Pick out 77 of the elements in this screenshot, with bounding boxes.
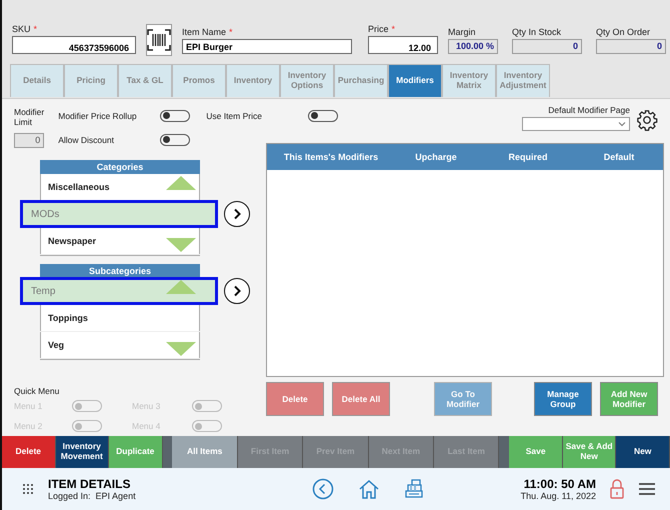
tab[interactable]: Inventory Matrix (442, 64, 496, 97)
action-button[interactable]: Add New Modifier (600, 382, 658, 416)
field-label: Item Name (182, 27, 226, 37)
tab[interactable]: Pricing (64, 64, 118, 97)
toggle-switch[interactable] (160, 110, 190, 122)
tab[interactable]: Inventory Adjustment (496, 64, 550, 97)
clock-date: Thu. Aug. 11, 2022 (520, 491, 596, 501)
barcode-scan-button[interactable] (146, 24, 172, 56)
list-header: Categories (40, 160, 200, 174)
list-item[interactable]: Toppings (40, 313, 88, 323)
default-modifier-page-label: Default Modifier Page (547, 105, 630, 115)
column-header: Upcharge (414, 152, 458, 162)
settings-icon[interactable] (636, 109, 658, 131)
default-modifier-page-dropdown[interactable] (522, 117, 630, 131)
list-item[interactable]: Miscellaneous (40, 182, 110, 192)
scroll-up-icon (166, 176, 196, 190)
barcode-icon (147, 29, 171, 51)
toggle-switch[interactable] (308, 110, 338, 122)
list-item[interactable]: Newspaper (40, 236, 96, 246)
toggle-switch[interactable] (160, 134, 190, 146)
field-label: Qty In Stock (512, 27, 562, 37)
tab[interactable]: Inventory (226, 64, 280, 97)
dropdown-caret-icon (618, 121, 626, 127)
column-header: This Items's Modifiers (282, 152, 380, 162)
tab[interactable]: Purchasing (334, 64, 388, 97)
scroll-up-icon (166, 280, 196, 294)
tab[interactable]: Details (10, 64, 64, 97)
tab[interactable]: Tax & GL (118, 64, 172, 97)
sku-field[interactable]: 456373596006 (12, 36, 136, 54)
page-title: ITEM DETAILS (48, 477, 132, 491)
required-mark: * (229, 27, 233, 37)
toggle-label: Modifier Price Rollup (58, 110, 138, 120)
price-field[interactable]: 12.00 (368, 36, 438, 54)
required-mark: * (392, 24, 396, 34)
back-icon[interactable] (312, 478, 334, 500)
field-label: Margin (448, 27, 477, 37)
toolbar-button[interactable]: New (616, 436, 670, 468)
field-label: Price (368, 24, 389, 34)
move-right-button[interactable] (224, 201, 250, 227)
toolbar-button[interactable]: Delete (2, 436, 56, 468)
toolbar-button[interactable]: Save (509, 436, 563, 468)
item-name-field[interactable]: EPI Burger (182, 39, 352, 54)
clock-time: 11:00: 50 AM (524, 477, 596, 491)
tab[interactable]: Inventory Options (280, 64, 334, 97)
toggle-label: Use Item Price (206, 110, 263, 120)
toolbar-button[interactable]: All Items (172, 436, 238, 468)
apps-grid-icon[interactable] (22, 483, 34, 495)
field-label: SKU (12, 24, 31, 34)
menu-icon[interactable] (638, 482, 656, 496)
list-header: Subcategories (40, 264, 200, 278)
list-item[interactable]: Temp (20, 277, 218, 305)
tab[interactable]: Promos (172, 64, 226, 97)
toolbar-button[interactable]: Duplicate (109, 436, 163, 468)
required-mark: * (34, 24, 38, 34)
home-icon[interactable] (358, 478, 380, 500)
margin-field: 100.00 % (448, 39, 498, 54)
list-item[interactable]: Veg (40, 340, 64, 350)
qty-in-stock-field: 0 (512, 39, 582, 54)
tab[interactable]: Modifiers (388, 64, 442, 97)
logged-in-text: Logged In: EPI Agent (48, 491, 137, 501)
move-right-button[interactable] (224, 278, 250, 304)
toolbar-button[interactable]: Inventory Movement (56, 436, 110, 468)
qty-on-order-field: 0 (596, 39, 666, 54)
toolbar-button[interactable]: Save & Add New (562, 436, 616, 468)
modifier-limit-label: Modifier Limit (14, 107, 44, 127)
scroll-down-icon (166, 238, 196, 252)
quick-menu-title: Quick Menu (14, 386, 60, 396)
field-label: Qty On Order (596, 27, 652, 37)
toggle-label: Allow Discount (58, 134, 115, 144)
column-header: Required (507, 152, 548, 162)
column-header: Default (602, 152, 636, 162)
cash-register-icon[interactable] (404, 479, 424, 499)
modifier-limit-field[interactable]: 0 (14, 133, 44, 148)
action-button[interactable]: Manage Group (534, 382, 592, 416)
scroll-down-icon (166, 342, 196, 356)
list-item[interactable]: MODs (20, 200, 218, 228)
lock-icon[interactable] (610, 479, 624, 499)
